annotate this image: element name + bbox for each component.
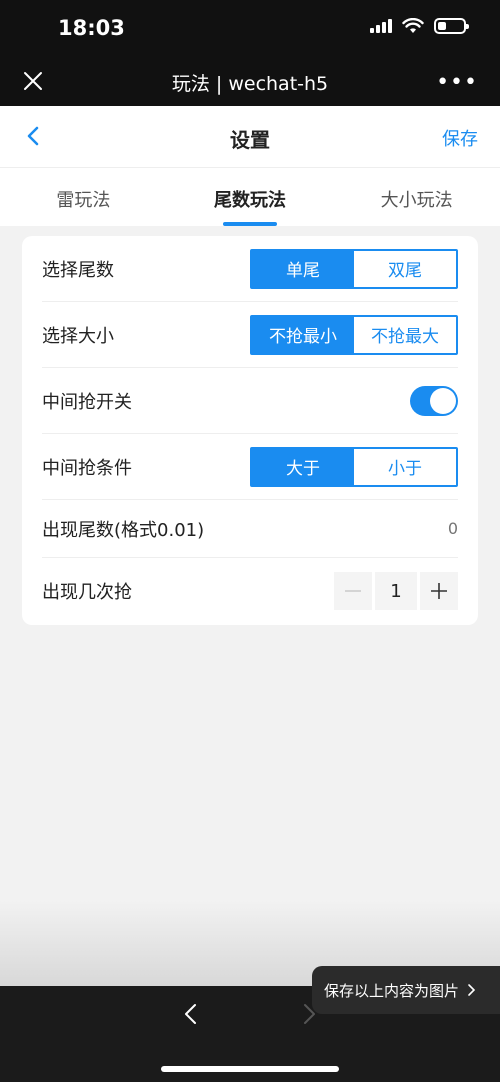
settings-card: 选择尾数 单尾 双尾 选择大小 不抢最小 不抢最大 中间抢开关 中间抢条件 大于… xyxy=(22,236,478,625)
more-options-icon[interactable]: ••• xyxy=(436,70,478,95)
wifi-icon xyxy=(402,18,424,33)
tail-select-segment: 单尾 双尾 xyxy=(250,248,458,289)
increment-button[interactable] xyxy=(420,572,458,610)
greater-than-option[interactable]: 大于 xyxy=(252,448,354,485)
double-tail-option[interactable]: 双尾 xyxy=(354,250,456,287)
decrement-button[interactable] xyxy=(334,572,372,610)
middle-grab-toggle[interactable] xyxy=(410,385,458,416)
middle-switch-label: 中间抢开关 xyxy=(42,391,132,413)
tab-tail-play[interactable]: 尾数玩法 xyxy=(167,168,334,226)
save-button[interactable]: 保存 xyxy=(442,125,478,151)
single-tail-option[interactable]: 单尾 xyxy=(252,250,354,287)
middle-switch-row: 中间抢开关 xyxy=(42,368,458,434)
top-dark-bar: 18:03 玩法 | wechat-h5 ••• xyxy=(0,0,500,106)
home-indicator xyxy=(161,1066,339,1072)
middle-condition-segment: 大于 小于 xyxy=(250,446,458,487)
times-stepper: 1 xyxy=(334,572,458,610)
cellular-signal-icon xyxy=(370,19,392,33)
toggle-knob xyxy=(430,387,456,414)
minus-icon xyxy=(345,590,361,592)
app-header: 设置 保存 xyxy=(0,106,500,168)
battery-icon xyxy=(434,18,469,34)
size-select-segment: 不抢最小 不抢最大 xyxy=(250,314,458,355)
webview-title: 玩法 | wechat-h5 xyxy=(171,73,329,95)
times-value[interactable]: 1 xyxy=(375,572,417,610)
times-label: 出现几次抢 xyxy=(42,582,132,603)
chevron-left-icon[interactable] xyxy=(180,1002,202,1026)
tail-select-row: 选择尾数 单尾 双尾 xyxy=(42,236,458,302)
size-select-label: 选择大小 xyxy=(42,325,114,347)
less-than-option[interactable]: 小于 xyxy=(354,448,456,485)
plus-icon xyxy=(431,583,447,599)
status-time: 18:03 xyxy=(58,16,125,40)
tab-mine-play[interactable]: 雷玩法 xyxy=(0,168,167,226)
tail-appear-row: 出现尾数(格式0.01) xyxy=(42,500,458,558)
status-icons xyxy=(370,18,469,34)
tab-size-play[interactable]: 大小玩法 xyxy=(333,168,500,226)
middle-condition-row: 中间抢条件 大于 小于 xyxy=(42,434,458,500)
times-row: 出现几次抢 1 xyxy=(42,558,458,624)
page-title: 设置 xyxy=(230,128,270,152)
size-select-row: 选择大小 不抢最小 不抢最大 xyxy=(42,302,458,368)
middle-condition-label: 中间抢条件 xyxy=(42,457,132,479)
chevron-right-small-icon xyxy=(468,984,476,996)
play-mode-tabs: 雷玩法 尾数玩法 大小玩法 xyxy=(0,168,500,226)
tail-appear-input[interactable] xyxy=(298,519,458,538)
skip-min-option[interactable]: 不抢最小 xyxy=(252,316,354,353)
save-as-image-button[interactable]: 保存以上内容为图片 xyxy=(312,966,500,1014)
tail-appear-label: 出现尾数(格式0.01) xyxy=(42,519,205,541)
tail-select-label: 选择尾数 xyxy=(42,259,114,281)
skip-max-option[interactable]: 不抢最大 xyxy=(354,316,456,353)
save-as-image-label: 保存以上内容为图片 xyxy=(324,981,460,1000)
